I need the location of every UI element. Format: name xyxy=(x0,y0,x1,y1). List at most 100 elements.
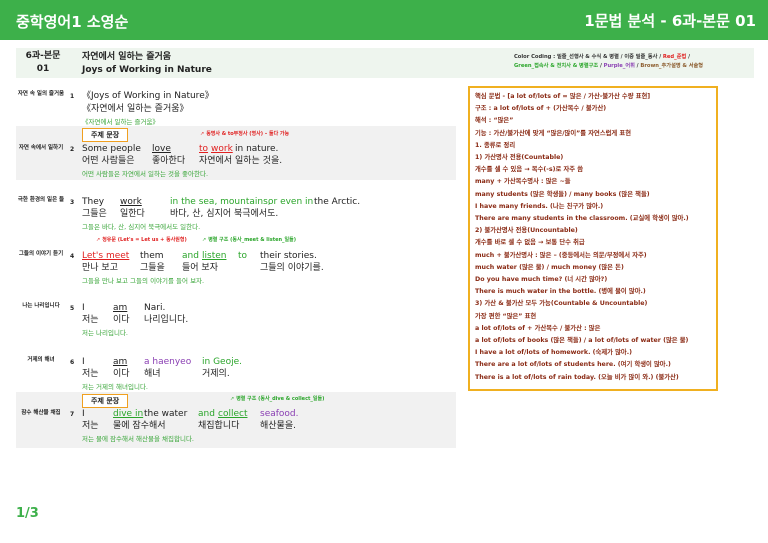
korean-word: 그들은 xyxy=(82,209,107,219)
lesson-header: 6과-본문 01 자연에서 일하는 즐거움 Joys of Working in… xyxy=(16,48,754,78)
infinitive-word: work xyxy=(211,144,233,154)
lesson-code-line1: 6과-본문 xyxy=(25,51,61,61)
english-line: Let's meet them and listen to their stor… xyxy=(82,250,452,262)
grammar-line: much + 불가산명사 : 많은 – (중등에서는 의문/부정에서 자주) xyxy=(475,251,647,259)
korean-word: 이다 xyxy=(113,315,130,325)
english-line: I dive in the water and collect seafood. xyxy=(82,408,452,420)
row-number: 4 xyxy=(70,253,75,260)
lesson-code: 6과-본문 01 xyxy=(16,50,70,76)
row-label: 극한 환경의 일은 들 xyxy=(17,197,65,203)
row-label: 나는 나리입니다 xyxy=(22,303,60,309)
korean-line: 만나 보고 그들을 들어 보자 그들의 이야기를. xyxy=(82,262,442,274)
korean-word: 저는 xyxy=(82,369,99,379)
english-line: 《Joys of Working in Nature》 xyxy=(82,91,214,101)
conjunction-word: and xyxy=(182,251,199,261)
translation-line: 저는 거제의 해녀입니다. xyxy=(82,383,148,391)
translation-line: 저는 물에 잠수해서 해산물을 채집합니다. xyxy=(82,435,194,443)
infinitive-word: to xyxy=(199,144,209,154)
coding-purple: Purple_어휘 xyxy=(603,63,635,69)
row-number: 5 xyxy=(70,305,75,312)
korean-word: 채집합니다 xyxy=(198,421,240,431)
korean-word: 이다 xyxy=(113,369,130,379)
korean-word: 물에 잠수해서 xyxy=(113,421,166,431)
word: Nari. xyxy=(144,303,166,313)
preposition-phrase: in the sea, mountains, xyxy=(170,197,271,207)
korean-word: 바다, 산, 심지어 북극에서도. xyxy=(170,209,279,219)
grammar-line: 해석 : “많은” xyxy=(475,117,514,125)
section-title: 1문법 분석 - 6과-본문 01 xyxy=(584,12,756,30)
vocabulary-word: seafood. xyxy=(260,409,299,419)
korean-word: 자연에서 일하는 것을. xyxy=(199,156,283,166)
row-label: 거제의 해녀 xyxy=(27,357,55,363)
coding-green: Green_접속사 & 전치사 & 병렬구조 xyxy=(514,63,599,69)
grammar-line: 1) 가산명사 전용(Countable) xyxy=(475,154,564,162)
word: them xyxy=(140,251,164,261)
arrow-icon: ↗ xyxy=(96,237,101,243)
grammar-line: 개수를 바로 셀 수 없음 → 보통 단수 취급 xyxy=(475,239,585,247)
korean-line: 저는 이다 해녀 거제의. xyxy=(82,368,442,380)
grammar-line: many students (많은 학생들) / many books (많은 … xyxy=(475,190,650,198)
grammar-line: There is a lot of/lots of rain today. (오… xyxy=(475,373,679,381)
verb-word: listen xyxy=(202,251,227,261)
lesson-code-line2: 01 xyxy=(36,64,50,74)
brand-title: 중학영어1 소영순 xyxy=(16,13,129,31)
row-number: 6 xyxy=(70,359,75,366)
grammar-line: much water (많은 물) / much money (많은 돈) xyxy=(475,263,624,271)
lesson-title-ko: 자연에서 일하는 즐거움 xyxy=(82,52,172,62)
word: I xyxy=(82,303,85,313)
page-indicator: 1/3 xyxy=(16,506,39,521)
coding-sep: / xyxy=(686,54,690,60)
grammar-note: ↗ 청유문 (Let's = Let us + 동사원형) xyxy=(96,236,187,243)
top-bar: 중학영어1 소영순 1문법 분석 - 6과-본문 01 xyxy=(0,0,768,40)
grammar-line: many + 가산복수명사 : 많은 ~들 xyxy=(475,178,571,186)
vocabulary-word: a haenyeo xyxy=(144,357,192,367)
sentence-row: 주제 문장 ↗ 동명사 & to부정사 (명사) – 둘다 가능 자연 속에서 일… xyxy=(16,126,456,180)
korean-word: 저는 xyxy=(82,315,99,325)
translation-line: 그들을 만나 보고 그들의 이야기를 들어 보자. xyxy=(82,277,205,285)
grammar-explanation-box: 핵심 문법 - [a lot of/lots of = 많은 / 가산-불가산 … xyxy=(468,86,718,391)
row-number: 7 xyxy=(70,411,75,418)
row-number: 1 xyxy=(70,93,75,100)
grammar-line: I have a lot of/lots of homework. (숙제가 많… xyxy=(475,349,632,357)
preposition-word: to xyxy=(238,251,248,261)
row-label: 자연 속에서 일하기 xyxy=(18,145,64,151)
grammar-note-text: 동명사 & to부정사 (명사) – 둘다 가능 xyxy=(206,131,290,137)
word: Some people xyxy=(82,144,141,154)
english-line: They work in the sea, mountains, or even… xyxy=(82,196,452,208)
translation-line: 《자연에서 일하는 즐거움》 xyxy=(82,118,159,126)
grammar-line: 핵심 문법 - [a lot of/lots of = 많은 / 가산-불가산 … xyxy=(475,93,651,100)
word: They xyxy=(82,197,105,207)
grammar-note-text: 병렬 구조 (동사_dive & collect_일들) xyxy=(236,396,325,402)
conjunction-word: and xyxy=(198,409,215,419)
korean-word: 어떤 사람들은 xyxy=(82,156,135,166)
korean-line: 그들은 일한다 바다, 산, 심지어 북극에서도. xyxy=(82,208,442,220)
imperative-phrase: Let's meet xyxy=(82,251,130,261)
grammar-line: There is much water in the bottle. (병에 물… xyxy=(475,288,646,296)
korean-line: 저는 이다 나리입니다. xyxy=(82,314,442,326)
grammar-line: 기능 : 가산/불가산에 맞게 “많은/많이”를 자연스럽게 표현 xyxy=(475,129,631,137)
grammar-line: Do you have much time? (너 시간 많아?) xyxy=(475,276,608,284)
color-coding-legend: Color Coding : 밑줄_선행사 & 수식 & 병렬 / 이중 밑줄_… xyxy=(514,53,754,71)
korean-word: 해산물을. xyxy=(260,421,296,431)
verb-word: am xyxy=(113,303,128,313)
coding-prefix: Color Coding : 밑줄_선행사 & 수식 & 병렬 / 이중 밑줄_… xyxy=(514,54,663,60)
grammar-note: ↗ 병렬 구조 (동사_meet & listen_일들) xyxy=(202,236,296,243)
korean-word: 나리입니다. xyxy=(144,315,189,325)
lesson-titles: 자연에서 일하는 즐거움 Joys of Working in Nature xyxy=(82,51,212,77)
grammar-line: 2) 불가산명사 전용(Uncountable) xyxy=(475,227,578,235)
grammar-line: 가장 편한 “많은” 표현 xyxy=(475,312,537,320)
translation-line: 어떤 사람들은 자연에서 일하는 것을 좋아한다. xyxy=(82,170,209,178)
english-line: I am Nari. xyxy=(82,302,442,314)
preposition-phrase: in Geoje. xyxy=(202,357,242,367)
grammar-line: There are a lot of/lots of students here… xyxy=(475,361,671,369)
arrow-icon: ↗ xyxy=(202,237,207,243)
korean-word: 그들을 xyxy=(140,263,165,273)
sentence-row: 주제 문장 ↗ 병렬 구조 (동사_dive & collect_일들) 잠수 해… xyxy=(16,392,456,448)
korean-word: 좋아한다 xyxy=(152,156,186,166)
row-label: 그들의 이야기 듣기 xyxy=(18,251,64,257)
grammar-note: ↗ 병렬 구조 (동사_dive & collect_일들) xyxy=(230,395,324,402)
korean-word: 들어 보자 xyxy=(182,263,218,273)
grammar-line: 1. 종류로 정리 xyxy=(475,141,516,149)
korean-word: 만나 보고 xyxy=(82,263,118,273)
korean-word: 해녀 xyxy=(144,369,161,379)
